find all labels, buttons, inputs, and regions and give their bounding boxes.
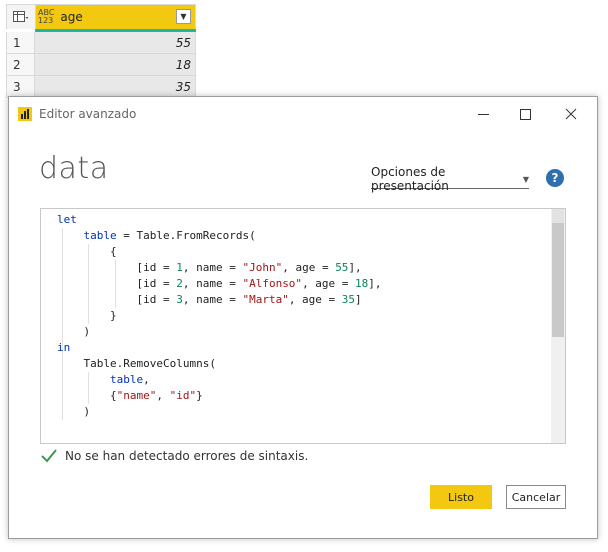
display-options-label: Opciones de presentación <box>371 165 449 193</box>
status-text: No se han detectado errores de sintaxis. <box>65 449 309 463</box>
code-editor[interactable]: let table = Table.FromRecords( { [id = 1… <box>40 208 566 444</box>
row-index: 3 <box>7 76 35 97</box>
code-line: [id = 2, name = "Alfonso", age = 18], <box>57 277 382 290</box>
column-name: age <box>60 10 83 24</box>
code-line: Table.RemoveColumns( <box>57 357 216 370</box>
any-type-icon: ABC 123 <box>38 8 55 25</box>
title-bar[interactable]: Editor avanzado <box>9 97 597 131</box>
advanced-editor-dialog: Editor avanzado data Opciones de present… <box>8 96 598 539</box>
code-line: table, <box>109 373 150 386</box>
column-filter-dropdown[interactable]: ▼ <box>176 9 191 24</box>
minimize-icon <box>477 113 489 115</box>
code-line: { <box>57 245 117 258</box>
power-bi-icon <box>18 107 32 121</box>
row-index: 2 <box>7 54 35 75</box>
close-button[interactable] <box>551 100 591 128</box>
code-line: {"name", "id"} <box>57 389 203 402</box>
table-row: 2 18 <box>6 54 196 76</box>
close-icon <box>565 108 577 120</box>
vertical-scrollbar[interactable] <box>551 209 565 443</box>
maximize-button[interactable] <box>505 100 545 128</box>
checkmark-icon <box>41 449 57 463</box>
code-line: ) <box>57 405 91 418</box>
code-line: let <box>57 213 77 226</box>
code-line: [id = 3, name = "Marta", age = 35] <box>57 293 362 306</box>
grid-header: ABC 123 age ▼ <box>6 4 196 29</box>
table-row: 3 35 <box>6 76 196 98</box>
dialog-title: Editor avanzado <box>39 107 137 121</box>
minimize-button[interactable] <box>463 100 503 128</box>
scroll-up-button[interactable] <box>552 209 564 223</box>
data-grid: ABC 123 age ▼ 1 55 2 18 3 35 <box>6 4 196 98</box>
code-line: } <box>57 309 117 322</box>
column-header-age[interactable]: ABC 123 age ▼ <box>36 5 195 29</box>
syntax-status: No se han detectado errores de sintaxis. <box>41 449 308 463</box>
code-line: [id = 1, name = "John", age = 55], <box>57 261 362 274</box>
table-menu-icon[interactable] <box>7 5 36 29</box>
code-text: let table = Table.FromRecords( { [id = 1… <box>57 212 382 420</box>
cell-age[interactable]: 18 <box>35 54 195 75</box>
cell-age[interactable]: 35 <box>35 76 195 97</box>
query-name: data <box>39 151 109 186</box>
cell-age[interactable]: 55 <box>35 32 195 53</box>
cancel-button[interactable]: Cancelar <box>506 485 566 509</box>
chevron-down-icon: ▼ <box>522 174 529 184</box>
display-options-dropdown[interactable]: Opciones de presentación ▼ <box>371 165 529 193</box>
row-index: 1 <box>7 32 35 53</box>
scroll-thumb[interactable] <box>552 223 564 337</box>
maximize-icon <box>519 108 531 120</box>
code-line: in <box>57 341 71 354</box>
help-icon[interactable]: ? <box>546 169 564 187</box>
code-line: ) <box>57 325 91 338</box>
done-button[interactable]: Listo <box>430 485 492 509</box>
code-line: table = Table.FromRecords( <box>83 229 256 242</box>
table-row: 1 55 <box>6 32 196 54</box>
